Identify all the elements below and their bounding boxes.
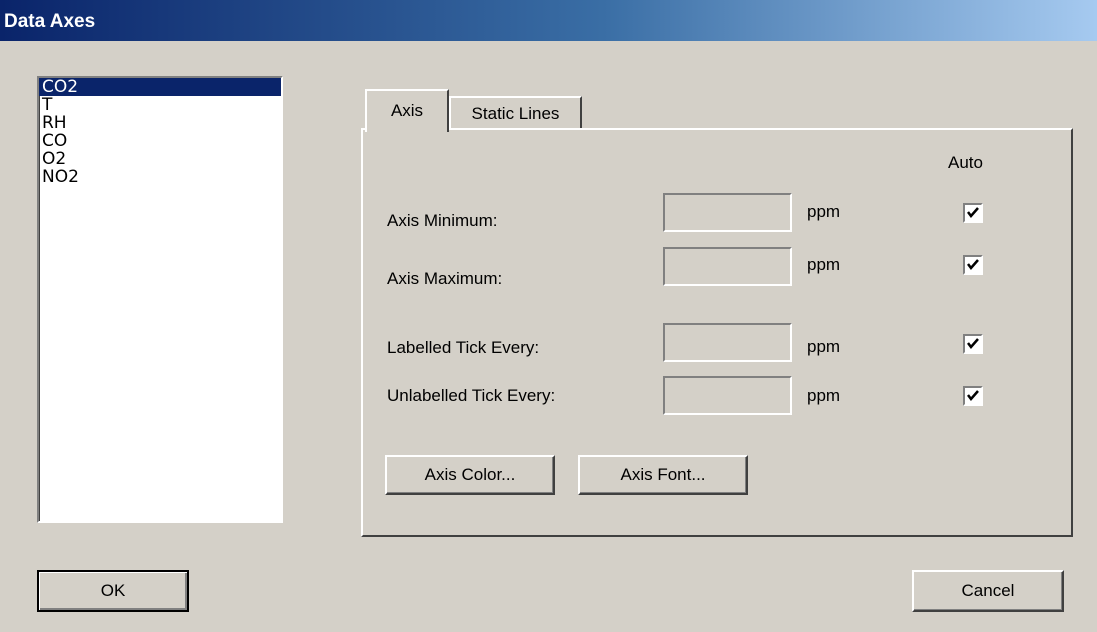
list-item-no2[interactable]: NO2 xyxy=(39,168,281,186)
labelled-tick-field[interactable] xyxy=(663,323,792,362)
checkmark-icon xyxy=(967,259,979,270)
axis-color-button[interactable]: Axis Color... xyxy=(385,455,555,495)
checkmark-icon xyxy=(967,338,979,349)
cancel-button[interactable]: Cancel xyxy=(912,570,1064,612)
labelled-tick-label: Labelled Tick Every: xyxy=(387,338,540,357)
unlabelled-tick-unit: ppm xyxy=(807,386,841,405)
list-item-o2[interactable]: O2 xyxy=(39,150,281,168)
tab-axis-label: Axis xyxy=(390,101,424,120)
ok-button[interactable]: OK xyxy=(37,570,189,612)
axis-minimum-auto-checkbox[interactable] xyxy=(963,203,983,223)
unlabelled-tick-auto-checkbox[interactable] xyxy=(963,386,983,406)
auto-column-header: Auto xyxy=(948,153,983,172)
checkmark-icon xyxy=(967,207,979,218)
list-item-t[interactable]: T xyxy=(39,96,281,114)
window-title: Data Axes xyxy=(4,11,96,32)
unlabelled-tick-field[interactable] xyxy=(663,376,792,415)
axis-maximum-label: Axis Maximum: xyxy=(387,269,503,288)
axis-minimum-field[interactable] xyxy=(663,193,792,232)
labelled-tick-unit: ppm xyxy=(807,337,841,356)
axis-maximum-unit: ppm xyxy=(807,255,841,274)
data-series-listbox[interactable]: CO2 T RH CO O2 NO2 xyxy=(37,76,283,523)
list-item-co2[interactable]: CO2 xyxy=(39,78,281,96)
unlabelled-tick-label: Unlabelled Tick Every: xyxy=(387,386,556,405)
axis-font-button[interactable]: Axis Font... xyxy=(578,455,748,495)
axis-minimum-unit: ppm xyxy=(807,202,841,221)
axis-minimum-label: Axis Minimum: xyxy=(387,211,498,230)
axis-maximum-auto-checkbox[interactable] xyxy=(963,255,983,275)
checkmark-icon xyxy=(967,390,979,401)
list-item-rh[interactable]: RH xyxy=(39,114,281,132)
window-titlebar[interactable]: Data Axes xyxy=(0,0,1097,41)
tab-axis[interactable]: Axis xyxy=(365,89,449,132)
axis-maximum-field[interactable] xyxy=(663,247,792,286)
list-item-co[interactable]: CO xyxy=(39,132,281,150)
tab-static-lines-label: Static Lines xyxy=(471,104,560,123)
tab-static-lines[interactable]: Static Lines xyxy=(449,96,582,128)
labelled-tick-auto-checkbox[interactable] xyxy=(963,334,983,354)
